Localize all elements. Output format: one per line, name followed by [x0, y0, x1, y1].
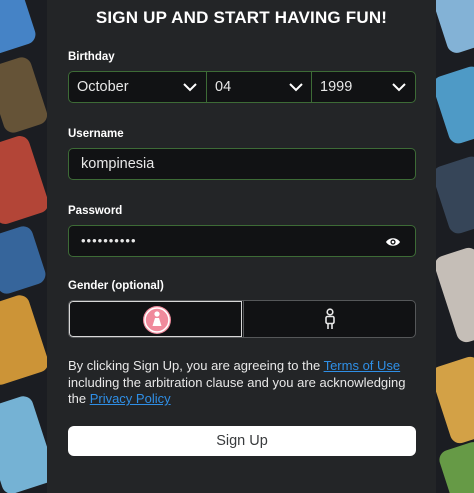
background-tile	[0, 292, 51, 388]
chevron-down-icon	[183, 83, 197, 92]
gender-selector	[68, 300, 416, 338]
terms-of-use-link[interactable]: Terms of Use	[324, 358, 401, 373]
background-tile	[430, 153, 474, 237]
username-label: Username	[68, 128, 124, 140]
signup-title: SIGN UP AND START HAVING FUN!	[95, 8, 388, 27]
username-value: kompinesia	[81, 156, 155, 172]
legal-text: By clicking Sign Up, you are agreeing to…	[68, 358, 418, 408]
chevron-down-icon	[392, 83, 406, 92]
password-value: ••••••••••	[81, 233, 137, 248]
password-input[interactable]: ••••••••••	[68, 225, 416, 257]
signup-panel: SIGN UP AND START HAVING FUN! Birthday O…	[47, 0, 436, 493]
eye-icon[interactable]	[385, 236, 401, 248]
username-input[interactable]: kompinesia	[68, 148, 416, 180]
gender-male-button[interactable]	[243, 301, 415, 337]
background-tile	[0, 133, 52, 227]
chevron-down-icon	[289, 83, 303, 92]
legal-text-part: By clicking Sign Up, you are agreeing to…	[68, 358, 324, 373]
birthday-day-select[interactable]: 04	[207, 71, 312, 103]
gender-label: Gender (optional)	[68, 280, 164, 292]
birthday-label: Birthday	[68, 51, 115, 63]
birthday-month-select[interactable]: October	[68, 71, 207, 103]
background-tile	[436, 439, 474, 493]
background-tile	[0, 0, 39, 57]
background-tile	[430, 63, 474, 147]
password-label: Password	[68, 205, 123, 217]
birthday-year-select[interactable]: 1999	[311, 71, 416, 103]
birthday-year-value: 1999	[320, 79, 353, 95]
male-icon	[325, 308, 335, 329]
background-tile	[0, 54, 50, 136]
female-icon	[143, 306, 171, 334]
birthday-month-value: October	[77, 79, 129, 95]
birthday-day-value: 04	[215, 79, 232, 95]
background-tile	[0, 223, 49, 297]
background-tile	[432, 245, 474, 345]
privacy-policy-link[interactable]: Privacy Policy	[90, 391, 171, 406]
background-tile	[431, 0, 474, 56]
sign-up-button[interactable]: Sign Up	[68, 426, 416, 456]
gender-female-button[interactable]	[69, 301, 242, 337]
